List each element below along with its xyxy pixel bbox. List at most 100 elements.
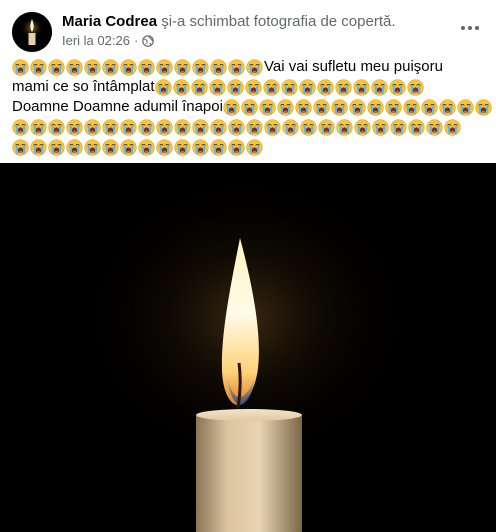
loudly-crying-face-emoji [403,98,420,116]
loudly-crying-face-emoji [120,58,137,76]
loudly-crying-face-emoji [48,118,65,136]
loudly-crying-face-emoji [154,78,172,96]
loudly-crying-face-emoji [277,98,294,116]
loudly-crying-face-emoji [156,58,173,76]
loudly-crying-face-emoji [210,138,227,156]
loudly-crying-face-emoji [264,118,281,136]
message-line: Vai vai sufletu meu puişoru [12,57,482,77]
post-action-text: şi-a schimbat fotografia de copertă. [157,13,396,30]
loudly-crying-face-emoji [102,118,119,136]
post-header: Maria Codrea şi-a schimbat fotografia de… [0,0,496,58]
emoji-run [223,98,493,116]
loudly-crying-face-emoji [475,98,492,116]
loudly-crying-face-emoji [120,138,137,156]
loudly-crying-face-emoji [84,58,101,76]
meta-separator: · [133,33,139,48]
message-line: mami ce so întâmplat [12,77,482,97]
loudly-crying-face-emoji [30,118,47,136]
loudly-crying-face-emoji [172,78,190,96]
message-text: Doamne Doamne adumil înapoi [12,98,223,115]
loudly-crying-face-emoji [300,118,317,136]
avatar-candle-image [12,12,52,52]
loudly-crying-face-emoji [313,98,330,116]
loudly-crying-face-emoji [210,118,227,136]
globe-icon[interactable] [142,35,155,47]
loudly-crying-face-emoji [385,98,402,116]
message-text: Vai vai sufletu meu puişoru [264,58,443,75]
post-author-line: Maria Codrea şi-a schimbat fotografia de… [62,13,396,31]
loudly-crying-face-emoji [48,58,65,76]
loudly-crying-face-emoji [228,118,245,136]
post-timestamp[interactable]: Ieri la 02:26 [62,33,130,49]
emoji-run [12,118,462,136]
loudly-crying-face-emoji [30,58,47,76]
loudly-crying-face-emoji [66,118,83,136]
loudly-crying-face-emoji [372,118,389,136]
loudly-crying-face-emoji [426,118,443,136]
loudly-crying-face-emoji [295,98,312,116]
loudly-crying-face-emoji [259,98,276,116]
loudly-crying-face-emoji [156,118,173,136]
loudly-crying-face-emoji [48,138,65,156]
message-line [12,117,482,137]
author-name[interactable]: Maria Codrea [62,13,157,30]
loudly-crying-face-emoji [280,78,298,96]
loudly-crying-face-emoji [120,118,137,136]
loudly-crying-face-emoji [282,118,299,136]
loudly-crying-face-emoji [192,118,209,136]
loudly-crying-face-emoji [457,98,474,116]
loudly-crying-face-emoji [223,98,240,116]
message-line: Doamne Doamne adumil înapoi [12,97,492,117]
loudly-crying-face-emoji [421,98,438,116]
emoji-run [12,138,264,156]
message-text: mami ce so întâmplat [12,78,155,95]
loudly-crying-face-emoji [388,78,406,96]
loudly-crying-face-emoji [228,138,245,156]
message-line [12,137,482,157]
loudly-crying-face-emoji [190,78,208,96]
loudly-crying-face-emoji [192,138,209,156]
loudly-crying-face-emoji [246,138,263,156]
emoji-run [154,78,425,96]
loudly-crying-face-emoji [102,138,119,156]
loudly-crying-face-emoji [316,78,334,96]
loudly-crying-face-emoji [367,98,384,116]
loudly-crying-face-emoji [390,118,407,136]
loudly-crying-face-emoji [246,118,263,136]
loudly-crying-face-emoji [334,78,352,96]
loudly-crying-face-emoji [246,58,263,76]
loudly-crying-face-emoji [138,138,155,156]
loudly-crying-face-emoji [244,78,262,96]
loudly-crying-face-emoji [102,58,119,76]
candle-flame-photo [0,163,496,532]
loudly-crying-face-emoji [336,118,353,136]
loudly-crying-face-emoji [241,98,258,116]
loudly-crying-face-emoji [226,78,244,96]
loudly-crying-face-emoji [30,138,47,156]
loudly-crying-face-emoji [349,98,366,116]
loudly-crying-face-emoji [262,78,280,96]
loudly-crying-face-emoji [331,98,348,116]
more-options-icon[interactable] [456,16,484,40]
author-avatar[interactable] [12,12,52,52]
loudly-crying-face-emoji [210,58,227,76]
loudly-crying-face-emoji [84,118,101,136]
loudly-crying-face-emoji [174,58,191,76]
loudly-crying-face-emoji [84,138,101,156]
loudly-crying-face-emoji [406,78,424,96]
loudly-crying-face-emoji [174,138,191,156]
loudly-crying-face-emoji [66,58,83,76]
post-message: Vai vai sufletu meu puişoru mami ce so în… [12,57,492,157]
loudly-crying-face-emoji [444,118,461,136]
loudly-crying-face-emoji [439,98,456,116]
loudly-crying-face-emoji [192,58,209,76]
loudly-crying-face-emoji [138,58,155,76]
emoji-run [12,58,264,76]
loudly-crying-face-emoji [228,58,245,76]
post-meta: Ieri la 02:26 · [62,33,155,49]
loudly-crying-face-emoji [138,118,155,136]
loudly-crying-face-emoji [66,138,83,156]
loudly-crying-face-emoji [12,138,29,156]
cover-photo[interactable] [0,163,496,532]
loudly-crying-face-emoji [12,118,29,136]
